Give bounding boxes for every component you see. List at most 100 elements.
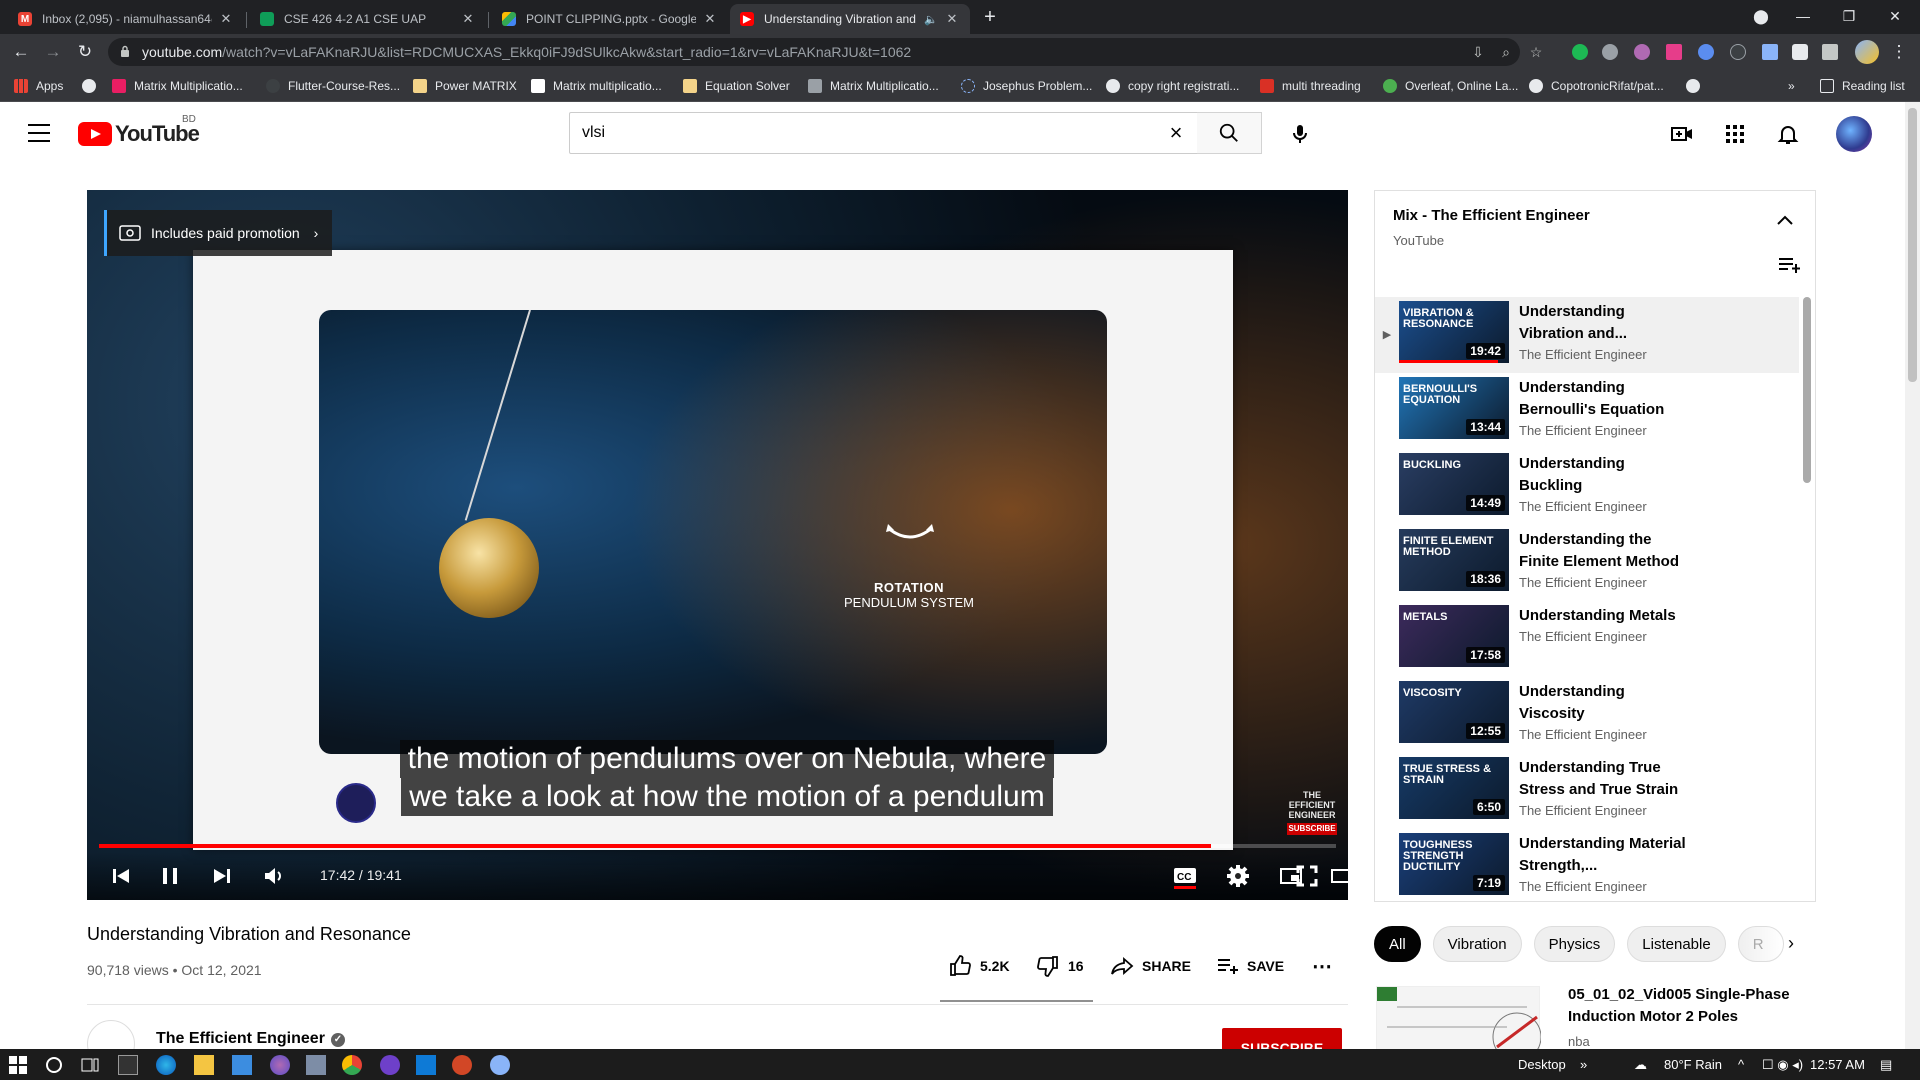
close-icon[interactable]: ✕ <box>944 11 960 27</box>
chip-vibration[interactable]: Vibration <box>1432 926 1522 962</box>
next-icon[interactable] <box>208 862 236 890</box>
mail-icon[interactable] <box>232 1055 252 1075</box>
weather-text[interactable]: 80°F Rain <box>1664 1057 1722 1072</box>
chrome-icon[interactable] <box>342 1055 362 1075</box>
playlist-item[interactable]: Toughness Strength Ductility 7:19 Understa… <box>1375 829 1799 897</box>
window-close-button[interactable]: ✕ <box>1872 0 1918 34</box>
vscode-icon[interactable] <box>416 1055 436 1075</box>
playlist-item-title[interactable]: Understanding Viscosity <box>1519 681 1689 725</box>
reload-button[interactable]: ↻ <box>74 41 96 63</box>
video-player[interactable]: ✶ ROTATION PENDULUM SYSTEM Includes paid… <box>87 190 1348 900</box>
playlist-item-title[interactable]: Understanding Bernoulli's Equation <box>1519 377 1689 421</box>
notifications-icon[interactable]: ▤ <box>1880 1057 1892 1073</box>
tab-gmail[interactable]: M Inbox (2,095) - niamulhassan64@ ✕ <box>8 4 244 34</box>
playlist-thumbnail[interactable]: Finite Element Method 18:36 <box>1399 529 1509 591</box>
playlist-item[interactable]: Buckling 14:49 Understanding Buckling The E… <box>1375 449 1799 525</box>
reading-list-button[interactable]: Reading list <box>1820 78 1905 94</box>
playlist-thumbnail[interactable]: Metals 17:58 <box>1399 605 1509 667</box>
close-icon[interactable]: ✕ <box>460 11 476 27</box>
playlist-thumbnail[interactable]: Vibration & Resonance 19:42 <box>1399 301 1509 363</box>
bookmark-item[interactable]: Overleaf, Online La... <box>1383 78 1518 94</box>
file-explorer-icon[interactable] <box>194 1055 214 1075</box>
playlist-item[interactable]: Finite Element Method 18:36 Understanding … <box>1375 525 1799 601</box>
extension-icon[interactable] <box>1634 44 1650 60</box>
chip-listenable[interactable]: Listenable <box>1627 926 1726 962</box>
windows-start-icon[interactable] <box>8 1055 28 1075</box>
chrome-menu-icon[interactable]: ⋮ <box>1888 41 1910 63</box>
playlist-item-title[interactable]: Understanding the Finite Element Method <box>1519 529 1689 573</box>
chip-truncated[interactable]: R <box>1737 926 1784 962</box>
playlist-title[interactable]: Mix - The Efficient Engineer <box>1393 207 1590 224</box>
powerpoint-icon[interactable] <box>452 1055 472 1075</box>
playlist-thumbnail[interactable]: Buckling 14:49 <box>1399 453 1509 515</box>
recommended-thumbnail[interactable] <box>1376 986 1542 1049</box>
bookmark-item[interactable]: Flutter-Course-Res... <box>266 78 400 94</box>
save-button[interactable]: SAVE <box>1215 948 1284 984</box>
close-icon[interactable]: ✕ <box>702 11 718 27</box>
more-actions-icon[interactable]: ⋯ <box>1312 948 1332 984</box>
menu-icon[interactable] <box>28 124 50 142</box>
chevron-up-icon[interactable] <box>1775 213 1795 227</box>
puzzle-extensions-icon[interactable] <box>1792 44 1808 60</box>
github-desktop-icon[interactable] <box>380 1055 400 1075</box>
bookmark-item[interactable]: multi threading <box>1260 78 1361 94</box>
playlist-item[interactable]: ▶ Vibration & Resonance 19:42 Understanding… <box>1375 297 1799 373</box>
desktop-toolbar-label[interactable]: Desktop <box>1518 1057 1566 1072</box>
brand-watermark[interactable]: THE EFFICIENT ENGINEER SUBSCRIBE <box>1287 790 1337 835</box>
bookmark-item[interactable] <box>82 78 104 94</box>
edge-icon[interactable] <box>156 1055 176 1075</box>
bookmark-item[interactable] <box>1686 78 1708 94</box>
pause-icon[interactable] <box>156 862 184 890</box>
apps-grid-icon[interactable] <box>1723 122 1747 146</box>
chrome-profile-avatar[interactable] <box>1855 40 1879 64</box>
chevron-right-icon[interactable]: › <box>1779 931 1803 955</box>
minimize-button[interactable]: — <box>1780 0 1826 34</box>
voice-search-button[interactable] <box>1280 114 1320 154</box>
chip-physics[interactable]: Physics <box>1533 926 1616 962</box>
page-scrollbar[interactable] <box>1905 102 1920 1049</box>
progress-bar[interactable] <box>99 844 1336 848</box>
taskbar-app-icon[interactable] <box>306 1055 326 1075</box>
bookmarks-overflow-button[interactable]: » <box>1788 78 1795 94</box>
weather-icon[interactable]: ☁ <box>1634 1057 1647 1073</box>
theater-mode-icon[interactable] <box>1329 862 1348 890</box>
save-playlist-icon[interactable] <box>1777 255 1801 275</box>
chevron-double-right-icon[interactable]: » <box>1580 1057 1587 1072</box>
search-button[interactable] <box>1197 112 1262 154</box>
install-app-icon[interactable]: ⇩ <box>1470 44 1486 60</box>
bookmark-item[interactable]: CopotronicRifat/pat... <box>1529 78 1664 94</box>
taskbar-app-icon[interactable] <box>490 1055 510 1075</box>
tray-overflow-icon[interactable]: ^ <box>1738 1057 1744 1072</box>
playlist-item-title[interactable]: Understanding Buckling <box>1519 453 1689 497</box>
notifications-bell-icon[interactable] <box>1776 122 1800 146</box>
flag-extension-icon[interactable] <box>1666 44 1682 60</box>
playlist-thumbnail[interactable]: Bernoulli's Equation 13:44 <box>1399 377 1509 439</box>
paid-promotion-banner[interactable]: Includes paid promotion › <box>104 210 333 256</box>
playlist-item-title[interactable]: Understanding True Stress and True Strai… <box>1519 757 1689 801</box>
new-tab-button[interactable]: + <box>978 6 1002 30</box>
profile-tab-search-icon[interactable]: ⬤ <box>1738 0 1784 34</box>
bookmark-item[interactable]: Matrix Multiplicatio... <box>808 78 939 94</box>
share-button[interactable]: SHARE <box>1110 948 1191 984</box>
playlist-item[interactable]: Viscosity 12:55 Understanding Viscosity The… <box>1375 677 1799 753</box>
recommended-video[interactable]: 05_01_02_Vid005 Single-Phase Induction M… <box>1376 982 1806 1049</box>
recommended-title[interactable]: 05_01_02_Vid005 Single-Phase Induction M… <box>1568 984 1806 1028</box>
account-avatar[interactable] <box>1836 116 1872 152</box>
tray-icons[interactable]: ☐ ◉ ◂) <box>1762 1057 1803 1073</box>
playlist-item-title[interactable]: Understanding Vibration and... <box>1519 301 1689 345</box>
bookmark-item[interactable]: Josephus Problem... <box>961 78 1092 94</box>
playlist-item[interactable]: Metals 17:58 Understanding Metals The Effic… <box>1375 601 1799 677</box>
pen-extension-icon[interactable] <box>1762 44 1778 60</box>
grammarly-extension-icon[interactable] <box>1572 44 1588 60</box>
maximize-button[interactable]: ❐ <box>1826 0 1872 34</box>
channel-name[interactable]: The Efficient Engineer ✓ <box>156 1030 345 1048</box>
create-video-icon[interactable] <box>1670 122 1694 146</box>
tab-drive[interactable]: POINT CLIPPING.pptx - Google D ✕ <box>492 4 728 34</box>
bookmark-item[interactable]: Power MATRIX <box>413 78 517 94</box>
extension-icon[interactable] <box>1730 44 1746 60</box>
forward-button[interactable]: → <box>42 41 64 63</box>
bookmark-item[interactable]: copy right registrati... <box>1106 78 1239 94</box>
messenger-icon[interactable] <box>270 1055 290 1075</box>
recommended-channel[interactable]: nba <box>1568 1034 1590 1049</box>
bookmark-item[interactable]: Matrix Multiplicatio... <box>112 78 243 94</box>
